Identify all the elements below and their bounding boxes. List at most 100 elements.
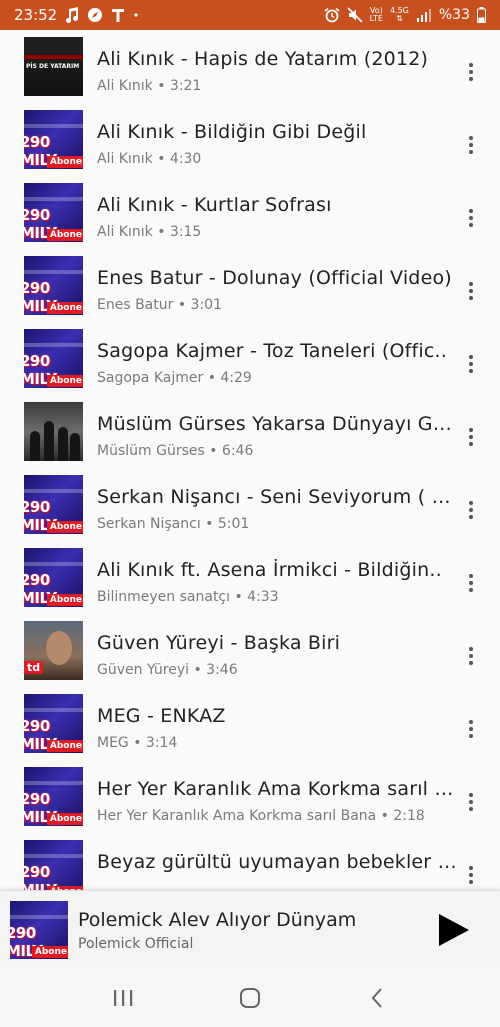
network-type-indicator: 4.5G ⇅ (390, 7, 409, 23)
more-options-button[interactable] (462, 279, 480, 303)
volte-indicator: Vo) LTE (370, 7, 383, 23)
more-vertical-icon (469, 136, 473, 154)
more-options-button[interactable] (462, 790, 480, 814)
more-vertical-icon (469, 501, 473, 519)
more-vertical-icon (469, 574, 473, 592)
more-options-button[interactable] (462, 863, 480, 887)
song-row[interactable]: 290 MILYAbone Beyaz gürültü uyumayan bebe… (0, 833, 500, 890)
song-thumbnail: 290 MILYAbone (24, 694, 83, 753)
data-arrows-icon: ⇅ (396, 14, 403, 23)
more-vertical-icon (469, 282, 473, 300)
song-title: Ali Kınık - Bildiğin Gibi Değil (97, 121, 367, 143)
status-bar: 23:52 Vo) LTE 4.5G ⇅ %33 (0, 0, 500, 30)
song-thumbnail: PİS DE YATARIM (24, 37, 83, 96)
more-vertical-icon (469, 209, 473, 227)
text-t-icon (111, 7, 125, 23)
back-icon (371, 987, 382, 1008)
now-playing-title: Polemick Alev Alıyor Dünyam (78, 909, 357, 931)
thumbnail-badge: Abone (46, 375, 83, 387)
song-row[interactable]: td Güven Yüreyi - Başka Biri Güven Yüreyi … (0, 614, 500, 687)
song-row[interactable]: 290 MILYAbone MEG - ENKAZ MEG • 3:14 (0, 687, 500, 760)
song-thumbnail: 290 MILYAbone (24, 183, 83, 242)
song-thumbnail: 290 MILYAbone (24, 548, 83, 607)
song-thumbnail: 290 MILYAbone (24, 110, 83, 169)
more-options-button[interactable] (462, 717, 480, 741)
play-icon (439, 914, 469, 946)
song-title: Beyaz gürültü uyumayan bebekler iç.. (97, 851, 457, 873)
thumbnail-badge: Abone (46, 594, 83, 606)
more-options-button[interactable] (462, 571, 480, 595)
more-options-button[interactable] (462, 498, 480, 522)
song-row[interactable]: 290 MILYAbone Ali Kınık - Bildiğin Gibi D… (0, 103, 500, 176)
more-options-button[interactable] (462, 206, 480, 230)
music-note-icon (65, 7, 79, 23)
song-row[interactable]: Müslüm Gürses Yakarsa Dünyayı Gar.. Müslü… (0, 395, 500, 468)
song-subtitle: MEG • 3:14 (97, 735, 178, 751)
song-thumbnail: 290 MILYAbone (24, 475, 83, 534)
thumbnail-badge: Abone (46, 521, 83, 533)
song-row[interactable]: PİS DE YATARIM Ali Kınık - Hapis de Yatar… (0, 30, 500, 103)
song-thumbnail: 290 MILYAbone (24, 840, 83, 890)
song-subtitle: Serkan Nişancı • 5:01 (97, 516, 250, 532)
more-options-button[interactable] (462, 352, 480, 376)
thumbnail-badge: td (24, 661, 44, 674)
lte-label: LTE (369, 14, 383, 23)
song-subtitle: Ali Kınık • 4:30 (97, 151, 202, 167)
song-subtitle: Güven Yüreyi • 3:46 (97, 662, 238, 678)
song-subtitle: Bilinmeyen sanatçı • 4:33 (97, 589, 279, 605)
more-vertical-icon (469, 866, 473, 884)
more-vertical-icon (469, 355, 473, 373)
song-subtitle: Her Yer Karanlık Ama Korkma sarıl Bana •… (97, 808, 425, 824)
song-list[interactable]: PİS DE YATARIM Ali Kınık - Hapis de Yatar… (0, 30, 500, 890)
song-thumbnail (24, 402, 83, 461)
status-time: 23:52 (14, 6, 58, 24)
song-thumbnail: td (24, 621, 83, 680)
song-subtitle: Müslüm Gürses • 6:46 (97, 443, 254, 459)
now-playing-artist: Polemick Official (78, 936, 194, 952)
thumbnail-badge: Abone (46, 740, 83, 752)
compass-icon (87, 7, 103, 23)
more-options-button[interactable] (462, 60, 480, 84)
song-row[interactable]: 290 MILYAbone Sagopa Kajmer - Toz Taneler… (0, 322, 500, 395)
song-title: Her Yer Karanlık Ama Korkma sarıl B.. (97, 778, 457, 800)
song-title: Serkan Nişancı - Seni Seviyorum ( C.. (97, 486, 457, 508)
back-button[interactable] (357, 978, 397, 1018)
song-subtitle: Ali Kınık • 3:15 (97, 224, 202, 240)
song-title: Ali Kınık - Kurtlar Sofrası (97, 194, 332, 216)
song-title: MEG - ENKAZ (97, 705, 226, 727)
song-title: Enes Batur - Dolunay (Official Video) (97, 267, 452, 289)
song-row[interactable]: 290 MILYAbone Enes Batur - Dolunay (Offic… (0, 249, 500, 322)
song-thumbnail: 290 MILYAbone (24, 256, 83, 315)
song-row[interactable]: 290 MILYAbone Serkan Nişancı - Seni Seviy… (0, 468, 500, 541)
song-row[interactable]: 290 MILYAbone Ali Kınık - Kurtlar Sofrası… (0, 176, 500, 249)
song-subtitle: Ali Kınık • 3:21 (97, 78, 202, 94)
song-thumbnail: 290 MILYAbone (24, 767, 83, 826)
more-vertical-icon (469, 428, 473, 446)
song-title: Ali Kınık ft. Asena İrmikci - Bildiğin.. (97, 559, 442, 581)
more-vertical-icon (469, 793, 473, 811)
more-options-button[interactable] (462, 133, 480, 157)
signal-icon (416, 8, 432, 22)
song-subtitle: Sagopa Kajmer • 4:29 (97, 370, 252, 386)
battery-icon (477, 7, 486, 23)
now-playing-thumbnail: 290 MILY Abone (10, 901, 68, 959)
more-vertical-icon (469, 647, 473, 665)
more-vertical-icon (469, 720, 473, 738)
now-playing-bar[interactable]: 290 MILY Abone Polemick Alev Alıyor Düny… (0, 890, 500, 968)
song-title: Müslüm Gürses Yakarsa Dünyayı Gar.. (97, 413, 457, 435)
system-nav-bar (0, 968, 500, 1027)
notification-dot-icon (133, 7, 139, 23)
home-icon (239, 987, 260, 1008)
song-row[interactable]: 290 MILYAbone Her Yer Karanlık Ama Korkma… (0, 760, 500, 833)
more-options-button[interactable] (462, 425, 480, 449)
home-button[interactable] (230, 978, 270, 1018)
battery-percent: %33 (438, 7, 470, 23)
recent-apps-button[interactable] (103, 978, 143, 1018)
more-options-button[interactable] (462, 644, 480, 668)
play-button[interactable] (436, 913, 470, 947)
more-vertical-icon (469, 63, 473, 81)
song-row[interactable]: 290 MILYAbone Ali Kınık ft. Asena İrmikci… (0, 541, 500, 614)
thumbnail-badge: Abone (46, 302, 83, 314)
recent-apps-icon (114, 989, 133, 1006)
alarm-icon (324, 7, 340, 23)
